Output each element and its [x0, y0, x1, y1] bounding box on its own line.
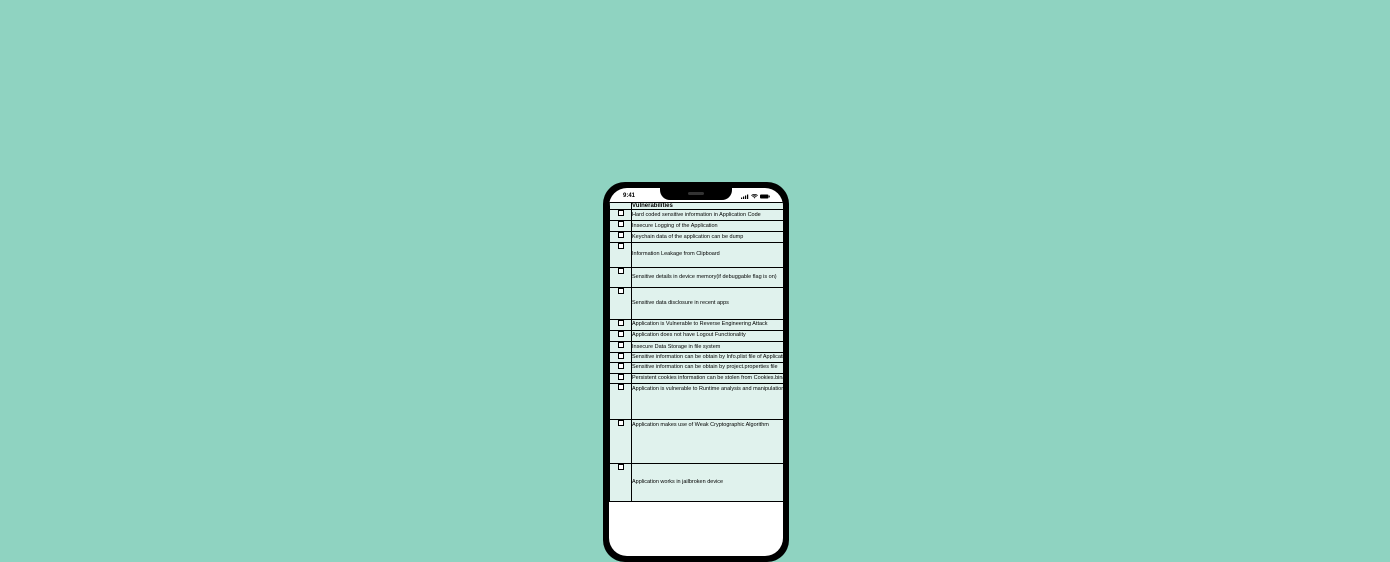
vulnerability-text: Application does not have Logout Functio… — [632, 330, 784, 341]
checkbox-cell[interactable] — [610, 221, 632, 232]
checkbox-cell[interactable] — [610, 267, 632, 287]
phone-speaker — [688, 192, 704, 195]
vulnerability-text: Application makes use of Weak Cryptograp… — [632, 419, 784, 463]
checkbox-cell[interactable] — [610, 463, 632, 501]
table-row: Application makes use of Weak Cryptograp… — [610, 419, 784, 463]
phone-frame: 9:41 Vulnerabilities Hard coded sensitiv… — [603, 182, 789, 562]
checkbox-icon[interactable] — [618, 320, 624, 326]
table-row: Hard coded sensitive information in Appl… — [610, 210, 784, 221]
vulnerability-text: Persistent cookies information can be st… — [632, 373, 784, 383]
header-check-col — [610, 203, 632, 210]
table-row: Keychain data of the application can be … — [610, 232, 784, 243]
checkbox-cell[interactable] — [610, 419, 632, 463]
checkbox-icon[interactable] — [618, 420, 624, 426]
checkbox-cell[interactable] — [610, 353, 632, 363]
table-row: Information Leakage from Clipboard — [610, 243, 784, 267]
checkbox-icon[interactable] — [618, 268, 624, 274]
vulnerability-text: Insecure Data Storage in file system — [632, 342, 784, 353]
table-row: Sensitive information can be obtain by I… — [610, 353, 784, 363]
vulnerability-text: Application is Vulnerable to Reverse Eng… — [632, 319, 784, 330]
vulnerability-text: Sensitive information can be obtain by I… — [632, 353, 784, 363]
vulnerability-text: Hard coded sensitive information in Appl… — [632, 210, 784, 221]
checkbox-icon[interactable] — [618, 288, 624, 294]
checkbox-icon[interactable] — [618, 363, 624, 369]
status-time: 9:41 — [619, 193, 635, 199]
vulnerability-text: Sensitive details in device memory(if de… — [632, 267, 784, 287]
phone-notch — [660, 188, 732, 200]
checkbox-cell[interactable] — [610, 342, 632, 353]
table-row: Application works in jailbroken device — [610, 463, 784, 501]
table-row: Sensitive data disclosure in recent apps — [610, 287, 784, 319]
table-row: Sensitive information can be obtain by p… — [610, 363, 784, 373]
table-header-row: Vulnerabilities — [610, 203, 784, 210]
checkbox-icon[interactable] — [618, 464, 624, 470]
vulnerability-text: Application is vulnerable to Runtime ana… — [632, 383, 784, 419]
status-icons-group — [741, 194, 773, 199]
table-row: Persistent cookies information can be st… — [610, 373, 784, 383]
checkbox-icon[interactable] — [618, 384, 624, 390]
checkbox-icon[interactable] — [618, 210, 624, 216]
table-row: Application is Vulnerable to Reverse Eng… — [610, 319, 784, 330]
checkbox-cell[interactable] — [610, 287, 632, 319]
table-row: Insecure Data Storage in file system — [610, 342, 784, 353]
table-row: Insecure Logging of the Application — [610, 221, 784, 232]
checkbox-icon[interactable] — [618, 221, 624, 227]
checkbox-icon[interactable] — [618, 243, 624, 249]
vulnerability-text: Sensitive information can be obtain by p… — [632, 363, 784, 373]
checkbox-cell[interactable] — [610, 383, 632, 419]
checkbox-icon[interactable] — [618, 374, 624, 380]
vulnerability-text: Keychain data of the application can be … — [632, 232, 784, 243]
vulnerabilities-table: Vulnerabilities Hard coded sensitive inf… — [609, 202, 783, 502]
table-row: Application does not have Logout Functio… — [610, 330, 784, 341]
table-row: Application is vulnerable to Runtime ana… — [610, 383, 784, 419]
vulnerability-text: Application works in jailbroken device — [632, 463, 784, 501]
vulnerability-text: Insecure Logging of the Application — [632, 221, 784, 232]
checkbox-icon[interactable] — [618, 353, 624, 359]
content-area[interactable]: Vulnerabilities Hard coded sensitive inf… — [609, 202, 783, 556]
checkbox-cell[interactable] — [610, 210, 632, 221]
checkbox-cell[interactable] — [610, 243, 632, 267]
checkbox-icon[interactable] — [618, 232, 624, 238]
checkbox-cell[interactable] — [610, 232, 632, 243]
signal-icon — [741, 194, 749, 199]
checkbox-cell[interactable] — [610, 319, 632, 330]
vulnerability-text: Sensitive data disclosure in recent apps — [632, 287, 784, 319]
phone-screen: 9:41 Vulnerabilities Hard coded sensitiv… — [609, 188, 783, 556]
vulnerability-text: Information Leakage from Clipboard — [632, 243, 784, 267]
checkbox-cell[interactable] — [610, 330, 632, 341]
checkbox-cell[interactable] — [610, 363, 632, 373]
table-row: Sensitive details in device memory(if de… — [610, 267, 784, 287]
checkbox-icon[interactable] — [618, 331, 624, 337]
header-vuln-col: Vulnerabilities — [632, 203, 784, 210]
battery-icon — [760, 194, 770, 199]
checkbox-icon[interactable] — [618, 342, 624, 348]
wifi-icon — [751, 194, 758, 199]
checkbox-cell[interactable] — [610, 373, 632, 383]
